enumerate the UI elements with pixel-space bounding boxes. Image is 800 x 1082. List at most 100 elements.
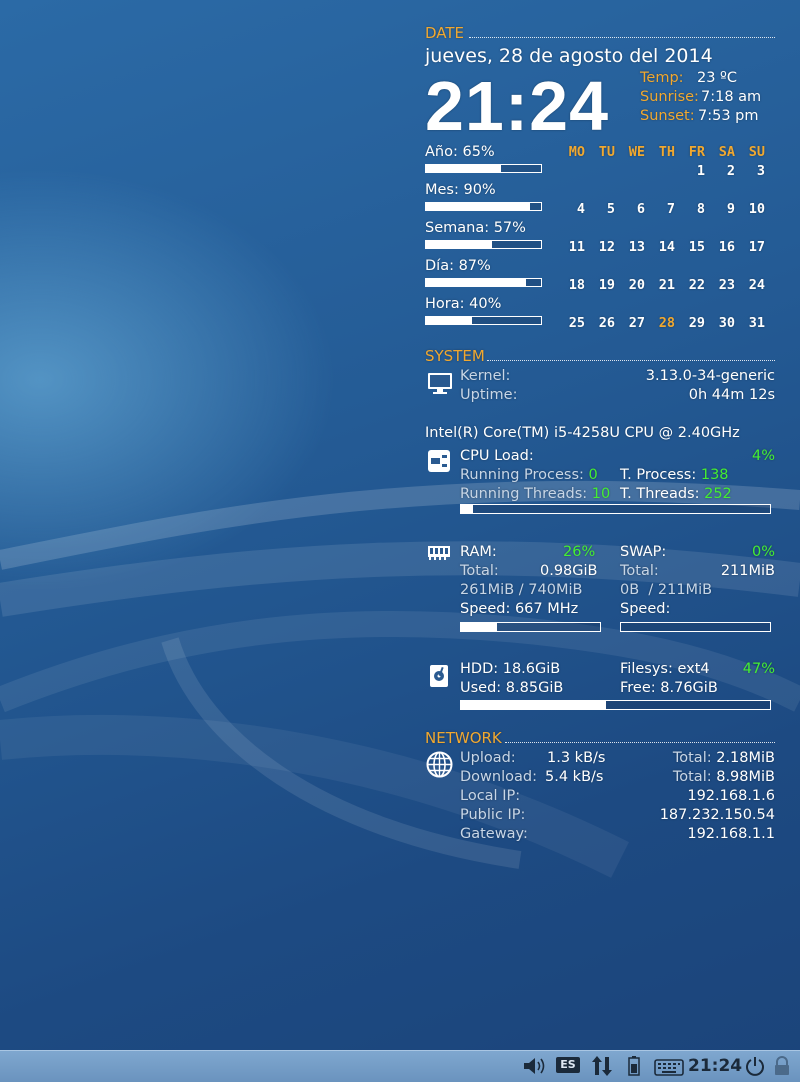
progress-label: Hora: 40% bbox=[425, 296, 502, 312]
calendar-day[interactable]: 11 bbox=[555, 238, 585, 257]
calendar-day[interactable]: 12 bbox=[585, 238, 615, 257]
gateway-label: Gateway: bbox=[460, 826, 528, 842]
swap-percent: 0% bbox=[751, 544, 775, 560]
swap-used: 0B / 211MiB bbox=[620, 582, 713, 598]
free-value: 8.76GiB bbox=[660, 680, 718, 696]
calendar-day[interactable]: 5 bbox=[585, 200, 615, 219]
running-threads-value: 10 bbox=[591, 486, 611, 502]
calendar-today[interactable]: 28 bbox=[645, 314, 675, 333]
upload-total-label: Total: bbox=[672, 750, 712, 766]
calendar-day[interactable]: 26 bbox=[585, 314, 615, 333]
sunrise-value: 7:18 am bbox=[701, 89, 762, 105]
cpu-load-bar bbox=[460, 504, 771, 514]
kernel-label: Kernel: bbox=[460, 368, 511, 384]
swap-bar bbox=[620, 622, 771, 632]
progress-bar bbox=[425, 240, 542, 249]
calendar-day[interactable]: 30 bbox=[705, 314, 735, 333]
calendar-day[interactable]: 3 bbox=[735, 162, 765, 181]
hdd-label: HDD: 18.6GiB bbox=[460, 661, 561, 677]
used-value: 8.85GiB bbox=[505, 680, 564, 696]
ram-speed: Speed: 667 MHz bbox=[460, 601, 579, 617]
progress-calendar-block: Año: 65% Mes: 90% Semana: 57% Día: 87% Hora:… bbox=[425, 143, 775, 333]
sunset-label: Sunset: bbox=[640, 108, 695, 124]
calendar-day[interactable]: 6 bbox=[615, 200, 645, 219]
calendar-day[interactable]: 25 bbox=[555, 314, 585, 333]
upload-value: 1.3 kB/s bbox=[547, 750, 606, 766]
progress-bar bbox=[425, 164, 542, 173]
sunset-value: 7:53 pm bbox=[698, 108, 759, 124]
calendar-day[interactable]: 15 bbox=[675, 238, 705, 257]
download-total-value: 8.98MiB bbox=[716, 769, 775, 785]
battery-icon[interactable] bbox=[628, 1055, 640, 1077]
calendar-day[interactable]: 19 bbox=[585, 276, 615, 295]
ram-icon bbox=[428, 546, 450, 560]
calendar-day[interactable]: 17 bbox=[735, 238, 765, 257]
calendar-day[interactable]: 22 bbox=[675, 276, 705, 295]
calendar-weekday: TU bbox=[598, 144, 615, 160]
ram-label: RAM: bbox=[460, 544, 497, 560]
calendar-day[interactable]: 16 bbox=[705, 238, 735, 257]
keyboard-layout-indicator[interactable]: ES bbox=[556, 1057, 580, 1073]
upload-total-value: 2.18MiB bbox=[716, 750, 775, 766]
progress-item: Semana: 57% bbox=[425, 219, 545, 255]
calendar-day[interactable]: 1 bbox=[675, 162, 705, 181]
conky-panel: DATE jueves, 28 de agosto del 2014 21:24… bbox=[425, 24, 775, 844]
calendar-day[interactable]: 2 bbox=[705, 162, 735, 181]
disk-usage-bar bbox=[460, 700, 771, 710]
calendar-day[interactable]: 23 bbox=[705, 276, 735, 295]
calendar-day[interactable]: 9 bbox=[705, 200, 735, 219]
progress-bar bbox=[425, 278, 542, 287]
ram-total-label: Total: bbox=[460, 563, 499, 579]
ram-percent: 26% bbox=[563, 544, 596, 560]
calendar-weekday: SU bbox=[748, 144, 765, 160]
date-section-header: DATE bbox=[425, 24, 775, 44]
cpu-icon bbox=[428, 450, 450, 472]
volume-icon[interactable] bbox=[522, 1055, 548, 1077]
calendar-day[interactable]: 4 bbox=[555, 200, 585, 219]
calendar-day[interactable]: 21 bbox=[645, 276, 675, 295]
progress-label: Día: 87% bbox=[425, 258, 491, 274]
download-value: 5.4 kB/s bbox=[545, 769, 604, 785]
ram-total-value: 0.98GiB bbox=[540, 563, 598, 579]
progress-label: Mes: 90% bbox=[425, 182, 496, 198]
network-icon[interactable] bbox=[590, 1055, 614, 1077]
lock-icon[interactable] bbox=[772, 1055, 792, 1077]
calendar-weekday: SA bbox=[718, 144, 735, 160]
progress-bar bbox=[425, 316, 542, 325]
progress-item: Día: 87% bbox=[425, 257, 545, 293]
calendar-weekday: MO bbox=[568, 144, 585, 160]
calendar-day[interactable]: 20 bbox=[615, 276, 645, 295]
calendar-day[interactable]: 31 bbox=[735, 314, 765, 333]
filesys-label: Filesys: ext4 bbox=[620, 661, 710, 677]
progress-item: Año: 65% bbox=[425, 143, 545, 179]
sunrise-label: Sunrise: bbox=[640, 89, 699, 105]
taskbar: ES 21:24 bbox=[0, 1050, 800, 1082]
filesys-percent: 47% bbox=[742, 661, 775, 677]
taskbar-clock[interactable]: 21:24 bbox=[688, 1055, 742, 1077]
keyboard-icon[interactable] bbox=[654, 1055, 684, 1077]
hard-disk-icon bbox=[430, 665, 448, 687]
calendar-day[interactable]: 14 bbox=[645, 238, 675, 257]
calendar-day[interactable]: 24 bbox=[735, 276, 765, 295]
calendar-day[interactable]: 10 bbox=[735, 200, 765, 219]
gateway-value: 192.168.1.1 bbox=[687, 826, 775, 842]
public-ip-value: 187.232.150.54 bbox=[659, 807, 775, 823]
swap-label: SWAP: bbox=[620, 544, 667, 560]
calendar-day[interactable]: 7 bbox=[645, 200, 675, 219]
power-icon[interactable] bbox=[744, 1055, 766, 1077]
t-process-value: 138 bbox=[700, 467, 729, 483]
calendar-day[interactable]: 8 bbox=[675, 200, 705, 219]
calendar-day[interactable]: 29 bbox=[675, 314, 705, 333]
used-label: Used: bbox=[460, 680, 502, 696]
big-clock: 21:24 bbox=[425, 67, 610, 145]
swap-total-value: 211MiB bbox=[720, 563, 775, 579]
calendar-day[interactable]: 27 bbox=[615, 314, 645, 333]
calendar-day[interactable]: 18 bbox=[555, 276, 585, 295]
download-label: Download: bbox=[460, 769, 537, 785]
network-section-header: NETWORK bbox=[425, 729, 775, 749]
t-process-label: T. Process: bbox=[620, 467, 697, 483]
calendar-day[interactable]: 13 bbox=[615, 238, 645, 257]
local-ip-value: 192.168.1.6 bbox=[687, 788, 775, 804]
calendar-weekday: FR bbox=[688, 144, 705, 160]
public-ip-label: Public IP: bbox=[460, 807, 526, 823]
